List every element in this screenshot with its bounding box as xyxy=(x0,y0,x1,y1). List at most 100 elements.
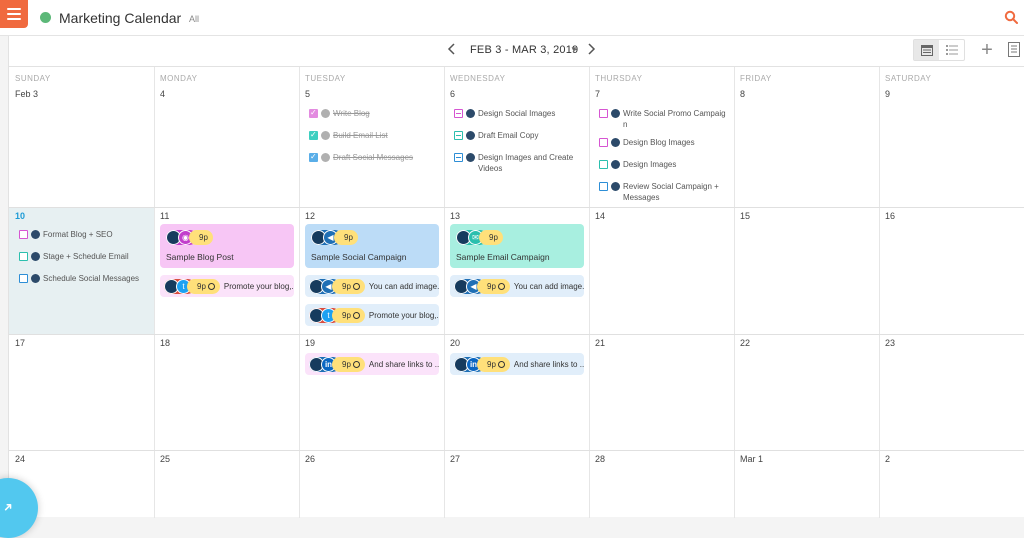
day-number[interactable]: 21 xyxy=(595,338,605,348)
date-range-label[interactable]: FEB 3 - MAR 3, 2019 xyxy=(470,44,578,56)
card-title: Sample Blog Post xyxy=(166,252,234,262)
checkbox-partial[interactable] xyxy=(454,131,463,140)
task-label: Build Email List xyxy=(333,131,388,140)
day-number[interactable]: 4 xyxy=(160,89,165,99)
document-icon[interactable] xyxy=(1008,42,1020,57)
day-number[interactable]: 27 xyxy=(450,454,460,464)
checkbox[interactable] xyxy=(19,230,28,239)
clock-icon xyxy=(497,360,505,368)
social-post[interactable]: t 9p Promote your blog,... xyxy=(305,304,439,326)
time-badge: 9p xyxy=(334,230,358,245)
calendar-title[interactable]: Marketing Calendar xyxy=(59,10,181,26)
task-item[interactable]: Schedule Social Messages xyxy=(19,273,154,284)
day-number[interactable]: 5 xyxy=(305,89,310,99)
task-item[interactable]: Write Blog xyxy=(309,108,444,119)
post-preview: And share links to ... xyxy=(513,359,584,369)
task-label: Format Blog + SEO xyxy=(43,230,113,239)
day-number[interactable]: 25 xyxy=(160,454,170,464)
checkbox[interactable] xyxy=(599,182,608,191)
day-number[interactable]: 15 xyxy=(740,211,750,221)
clock-icon xyxy=(352,282,360,290)
task-label: Design Images xyxy=(623,160,677,169)
task-item[interactable]: Draft Email Copy xyxy=(454,130,589,141)
avatar xyxy=(321,109,330,118)
day-number[interactable]: 14 xyxy=(595,211,605,221)
checkbox[interactable] xyxy=(599,109,608,118)
chevron-left-icon[interactable] xyxy=(446,42,458,56)
day-number[interactable]: 7 xyxy=(595,89,600,99)
day-number[interactable]: 19 xyxy=(305,338,315,348)
hamburger-menu-button[interactable] xyxy=(0,0,28,28)
day-number[interactable]: 22 xyxy=(740,338,750,348)
post-preview: Promote your blog,... xyxy=(223,281,294,291)
day-number[interactable]: 28 xyxy=(595,454,605,464)
checkbox-checked[interactable] xyxy=(309,108,318,118)
checkbox[interactable] xyxy=(599,138,608,147)
checkbox[interactable] xyxy=(599,160,608,169)
checkbox-partial[interactable] xyxy=(454,153,463,162)
social-post[interactable]: in 9p And share links to ... xyxy=(450,353,584,375)
social-post[interactable]: ◀ 9p You can add image... xyxy=(450,275,584,297)
checkbox[interactable] xyxy=(19,274,28,283)
campaign-card-email[interactable]: ✉ 9p Sample Email Campaign xyxy=(450,224,584,268)
avatar xyxy=(321,153,330,162)
day-number[interactable]: 8 xyxy=(740,89,745,99)
task-item[interactable]: Draft Social Messages xyxy=(309,152,444,163)
day-number[interactable]: 24 xyxy=(15,454,25,464)
post-preview: You can add image... xyxy=(368,281,439,291)
calendar-view-button[interactable] xyxy=(914,40,939,60)
calendar-filter-label[interactable]: All xyxy=(189,14,199,24)
card-title: Sample Email Campaign xyxy=(456,252,550,262)
avatar xyxy=(466,109,475,118)
day-number[interactable]: 16 xyxy=(885,211,895,221)
day-number[interactable]: 6 xyxy=(450,89,455,99)
day-number[interactable]: 23 xyxy=(885,338,895,348)
day-number[interactable]: Mar 1 xyxy=(740,454,763,464)
task-item[interactable]: Stage + Schedule Email xyxy=(19,251,154,262)
task-item[interactable]: Build Email List xyxy=(309,130,444,141)
day-number[interactable]: 12 xyxy=(305,211,315,221)
search-icon[interactable] xyxy=(1004,10,1018,24)
task-item[interactable]: Design Images and Create Videos xyxy=(454,152,589,174)
day-number[interactable]: 11 xyxy=(160,211,169,221)
task-item[interactable]: Design Images xyxy=(599,159,734,170)
day-number[interactable]: 20 xyxy=(450,338,460,348)
day-header-friday: FRIDAY xyxy=(740,74,772,83)
day-number[interactable]: Feb 3 xyxy=(15,89,38,99)
day-number[interactable]: 18 xyxy=(160,338,170,348)
task-item[interactable]: Design Blog Images xyxy=(599,137,734,148)
task-item[interactable]: Write Social Promo Campaign xyxy=(599,108,734,130)
time-badge: 9p xyxy=(189,230,213,245)
task-item[interactable]: Design Social Images xyxy=(454,108,589,119)
campaign-card-blog[interactable]: ◉ 9p Sample Blog Post xyxy=(160,224,294,268)
checkbox[interactable] xyxy=(19,252,28,261)
day-number[interactable]: 2 xyxy=(885,454,890,464)
clock-icon xyxy=(497,282,505,290)
checkbox-partial[interactable] xyxy=(454,109,463,118)
task-item[interactable]: Format Blog + SEO xyxy=(19,229,154,240)
social-post[interactable]: in 9p And share links to ... xyxy=(305,353,439,375)
campaign-card-social[interactable]: ◀ 9p Sample Social Campaign xyxy=(305,224,439,268)
task-label: Design Blog Images xyxy=(623,138,695,147)
list-view-button[interactable] xyxy=(939,40,964,60)
day-number[interactable]: 9 xyxy=(885,89,890,99)
calendar-grid: SUNDAY MONDAY TUESDAY WEDNESDAY THURSDAY… xyxy=(9,66,1024,518)
task-item[interactable]: Review Social Campaign + Messages xyxy=(599,181,734,203)
clock-icon xyxy=(352,360,360,368)
add-button[interactable]: + xyxy=(979,40,995,60)
avatar xyxy=(611,160,620,169)
social-post[interactable]: ◀ 9p You can add image... xyxy=(305,275,439,297)
day-number[interactable]: 17 xyxy=(15,338,25,348)
checkbox-checked[interactable] xyxy=(309,152,318,162)
day-header-saturday: SATURDAY xyxy=(885,74,932,83)
social-post[interactable]: t 9p Promote your blog,... xyxy=(160,275,294,297)
chevron-down-icon[interactable]: ▼ xyxy=(570,45,578,54)
day-number[interactable]: 26 xyxy=(305,454,315,464)
avatar xyxy=(611,182,620,191)
card-title: Sample Social Campaign xyxy=(311,252,407,262)
chevron-right-icon[interactable] xyxy=(585,42,597,56)
day-number-today[interactable]: 10 xyxy=(15,211,25,221)
card-badges: ◉ 9p xyxy=(166,230,213,245)
checkbox-checked[interactable] xyxy=(309,130,318,140)
day-number[interactable]: 13 xyxy=(450,211,460,221)
